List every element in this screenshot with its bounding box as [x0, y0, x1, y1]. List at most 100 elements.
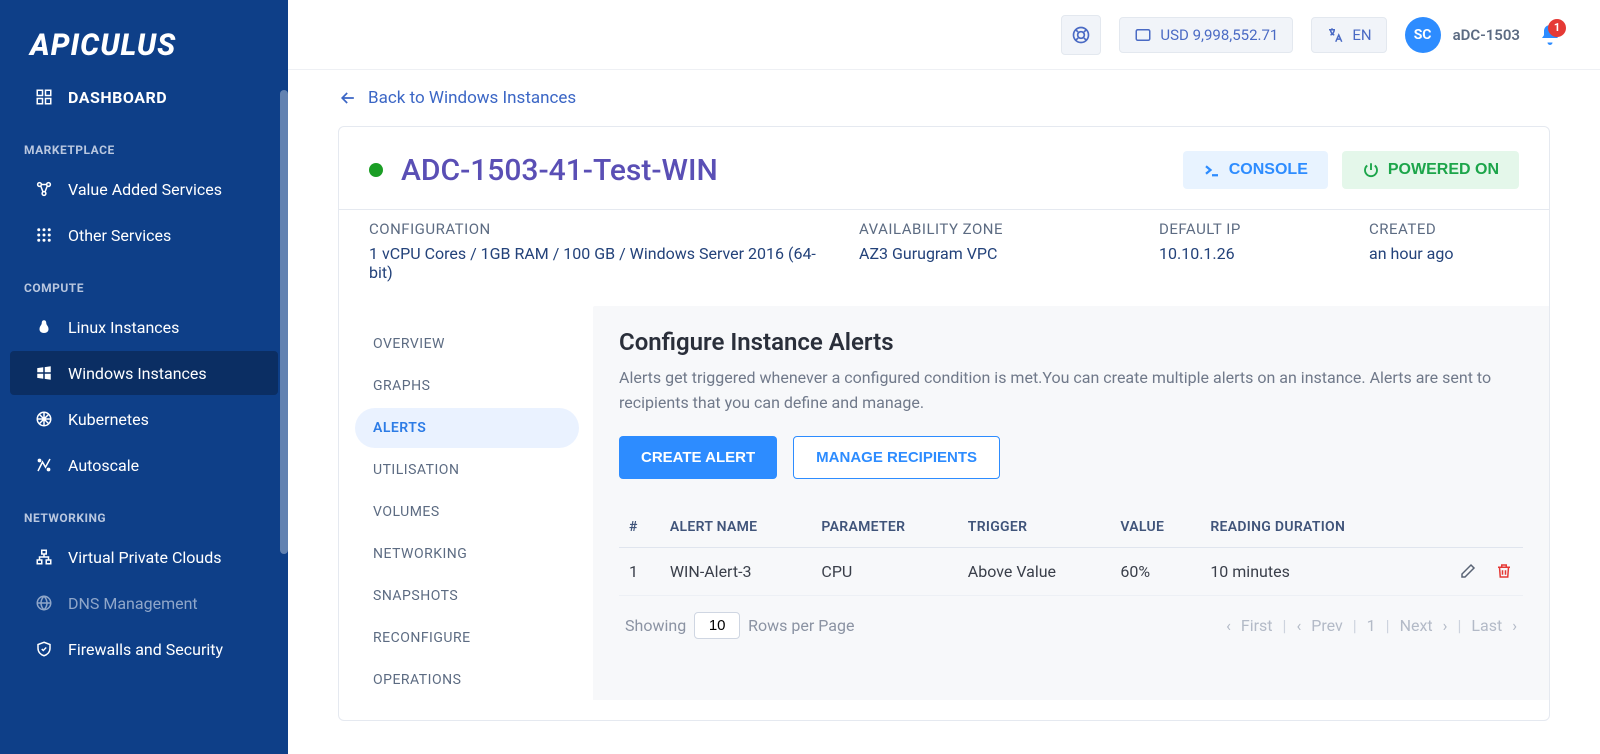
brand-logo: APICULUS [0, 0, 288, 73]
panel-title: Configure Instance Alerts [619, 328, 1523, 356]
tab-volumes[interactable]: VOLUMES [355, 492, 579, 532]
terminal-icon [1203, 161, 1221, 179]
pager-showing: Showing [625, 616, 686, 635]
instance-title: ADC-1503-41-Test-WIN [401, 153, 718, 188]
tab-operations[interactable]: OPERATIONS [355, 660, 579, 700]
sidebar-item-autoscale[interactable]: Autoscale [10, 443, 278, 487]
sidebar-item-firewall[interactable]: Firewalls and Security [10, 627, 278, 671]
sidebar-scrollbar[interactable] [280, 90, 288, 554]
manage-recipients-button[interactable]: MANAGE RECIPIENTS [793, 436, 1000, 479]
tab-graphs[interactable]: GRAPHS [355, 366, 579, 406]
th-param: PARAMETER [811, 507, 957, 548]
tab-reconfigure[interactable]: RECONFIGURE [355, 618, 579, 658]
meta-az-label: AVAILABILITY ZONE [859, 220, 1139, 238]
pager-first[interactable]: First [1241, 616, 1273, 635]
power-button[interactable]: POWERED ON [1342, 151, 1519, 189]
tab-alerts[interactable]: ALERTS [355, 408, 579, 448]
sidebar-item-label: Value Added Services [68, 180, 222, 199]
table-header-row: # ALERT NAME PARAMETER TRIGGER VALUE REA… [619, 507, 1523, 548]
cell-duration: 10 minutes [1200, 547, 1418, 595]
notifications-button[interactable]: 1 [1538, 23, 1562, 47]
tab-networking[interactable]: NETWORKING [355, 534, 579, 574]
sidebar-item-windows[interactable]: Windows Instances [10, 351, 278, 395]
cell-index: 1 [619, 547, 660, 595]
pager-left: Showing Rows per Page [625, 612, 854, 639]
sidebar-item-dns[interactable]: DNS Management [10, 581, 278, 625]
back-bar: Back to Windows Instances [288, 70, 1600, 126]
sidebar-item-linux[interactable]: Linux Instances [10, 305, 278, 349]
firewall-icon [34, 639, 54, 659]
cell-trigger: Above Value [958, 547, 1111, 595]
table-row: 1 WIN-Alert-3 CPU Above Value 60% 10 min… [619, 547, 1523, 595]
sidebar-section-compute: COMPUTE [0, 259, 288, 303]
th-value: VALUE [1110, 507, 1200, 548]
meta-az-value: AZ3 Gurugram VPC [859, 244, 1139, 263]
linux-icon [34, 317, 54, 337]
chevron-right-double-icon: › [1512, 616, 1517, 635]
grid-icon [34, 225, 54, 245]
avatar-initials: SC [1414, 27, 1432, 43]
pencil-icon [1459, 562, 1477, 580]
main: USD 9,998,552.71 EN SC aDC-1503 1 Back t… [288, 0, 1600, 754]
arrow-left-icon [338, 88, 358, 108]
dashboard-icon [34, 87, 54, 107]
th-name: ALERT NAME [660, 507, 812, 548]
tab-overview[interactable]: OVERVIEW [355, 324, 579, 364]
console-button[interactable]: CONSOLE [1183, 151, 1328, 189]
alerts-table: # ALERT NAME PARAMETER TRIGGER VALUE REA… [619, 507, 1523, 596]
pager-prev[interactable]: Prev [1311, 616, 1343, 635]
sidebar-scroll[interactable]: DASHBOARD MARKETPLACE Value Added Servic… [0, 73, 288, 754]
meta-config: CONFIGURATION 1 vCPU Cores / 1GB RAM / 1… [369, 220, 839, 282]
language-text: EN [1352, 26, 1371, 44]
sidebar-item-label: Other Services [68, 226, 171, 245]
sidebar: APICULUS DASHBOARD MARKETPLACE Value Add… [0, 0, 288, 754]
sidebar-item-label: Linux Instances [68, 318, 179, 337]
header-actions: CONSOLE POWERED ON [1183, 151, 1519, 189]
topbar: USD 9,998,552.71 EN SC aDC-1503 1 [288, 0, 1600, 70]
meta-created-value: an hour ago [1369, 244, 1453, 263]
balance-chip[interactable]: USD 9,998,552.71 [1119, 17, 1293, 53]
vpc-icon [34, 547, 54, 567]
pager-last[interactable]: Last [1471, 616, 1502, 635]
cell-name: WIN-Alert-3 [660, 547, 812, 595]
sidebar-item-vas[interactable]: Value Added Services [10, 167, 278, 211]
lifebuoy-icon [1071, 25, 1091, 45]
card-header: ADC-1503-41-Test-WIN CONSOLE POWERED ON [339, 127, 1549, 209]
create-alert-button[interactable]: CREATE ALERT [619, 436, 777, 479]
sidebar-item-kubernetes[interactable]: Kubernetes [10, 397, 278, 441]
language-chip[interactable]: EN [1311, 17, 1386, 53]
vas-icon [34, 179, 54, 199]
sidebar-section-networking: NETWORKING [0, 489, 288, 533]
alerts-panel: Configure Instance Alerts Alerts get tri… [593, 306, 1549, 700]
avatar: SC [1405, 17, 1441, 53]
account-chip[interactable]: SC aDC-1503 [1405, 17, 1520, 53]
sidebar-item-other-services[interactable]: Other Services [10, 213, 278, 257]
sidebar-item-dashboard[interactable]: DASHBOARD [10, 75, 278, 119]
account-label: aDC-1503 [1453, 26, 1520, 44]
help-button[interactable] [1061, 15, 1101, 55]
pagination: Showing Rows per Page ‹ First | ‹ Prev |… [619, 596, 1523, 639]
panel-actions: CREATE ALERT MANAGE RECIPIENTS [619, 436, 1523, 479]
delete-alert-button[interactable] [1495, 562, 1513, 580]
meta-ip: DEFAULT IP 10.10.1.26 [1159, 220, 1349, 282]
pager-next[interactable]: Next [1400, 616, 1433, 635]
autoscale-icon [34, 455, 54, 475]
page-size-input[interactable] [694, 612, 740, 639]
sidebar-item-vpc[interactable]: Virtual Private Clouds [10, 535, 278, 579]
edit-alert-button[interactable] [1459, 562, 1477, 580]
sidebar-item-label: Firewalls and Security [68, 640, 223, 659]
sidebar-item-label: Kubernetes [68, 410, 149, 429]
pager-page: 1 [1367, 616, 1376, 635]
kubernetes-icon [34, 409, 54, 429]
dns-icon [34, 593, 54, 613]
meta-created: CREATED an hour ago [1369, 220, 1453, 282]
content: OVERVIEW GRAPHS ALERTS UTILISATION VOLUM… [339, 306, 1549, 720]
sidebar-item-label: DNS Management [68, 594, 198, 613]
tab-utilisation[interactable]: UTILISATION [355, 450, 579, 490]
sidebar-item-label: DASHBOARD [68, 88, 167, 107]
tab-snapshots[interactable]: SNAPSHOTS [355, 576, 579, 616]
cell-actions [1419, 547, 1523, 595]
back-link[interactable]: Back to Windows Instances [338, 88, 576, 108]
pager-right: ‹ First | ‹ Prev | 1 | Next › | Last › [1226, 616, 1517, 635]
sidebar-item-label: Windows Instances [68, 364, 207, 383]
